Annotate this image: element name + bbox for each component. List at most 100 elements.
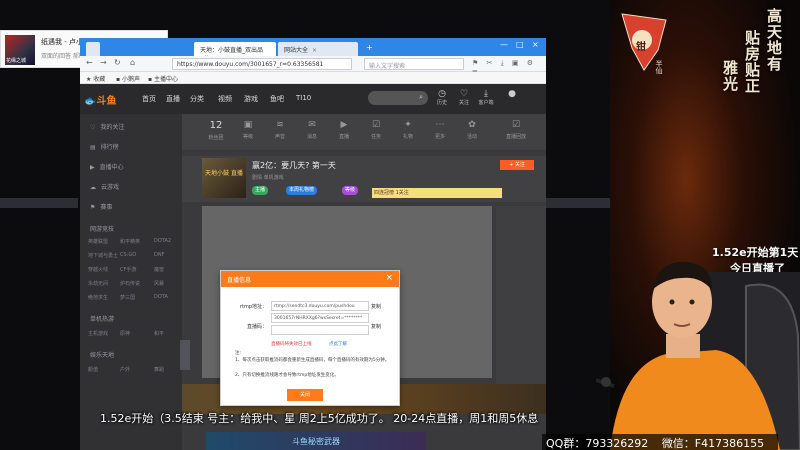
- sidebar-sub[interactable]: CS:GO: [120, 252, 136, 258]
- event-button[interactable]: ✿ 活动: [458, 120, 486, 140]
- forward-icon[interactable]: →: [100, 58, 107, 67]
- calligraphy-line-1: 高天地有: [765, 8, 783, 72]
- nav-video[interactable]: 视频: [218, 94, 232, 104]
- sidebar-item-ranking[interactable]: ▤ 排行榜: [90, 142, 119, 151]
- task-button[interactable]: ☑ 任务: [362, 120, 390, 140]
- sidebar-sub[interactable]: 地下城与勇士: [88, 252, 118, 259]
- address-bar[interactable]: https://www.douyu.com/3001657_r=0.633565…: [172, 58, 352, 70]
- learn-more-link[interactable]: 点此了解: [329, 341, 347, 347]
- sidebar-sub[interactable]: DOTA2: [154, 238, 171, 244]
- home-icon[interactable]: ⌂: [130, 58, 135, 67]
- sidebar-section-entertainment[interactable]: 娱乐天地: [90, 350, 114, 359]
- sidebar-section-single[interactable]: 单机热游: [90, 314, 114, 323]
- maximize-icon[interactable]: □: [516, 40, 524, 49]
- nav-ti10[interactable]: TI10: [296, 94, 311, 102]
- left-overlay-strip: [0, 198, 78, 208]
- bookmarks-bar: ★ 收藏 ▪ 小鹅声 ▪ 主播中心: [80, 72, 546, 84]
- tab-site-directory-label: 网站大全: [284, 47, 309, 54]
- sidebar-sub[interactable]: DOTA: [154, 294, 168, 300]
- back-icon[interactable]: ←: [86, 58, 93, 67]
- search-input[interactable]: 输入文字搜索: [364, 58, 464, 70]
- rtmp-address-field[interactable]: rtmp://sendtc3.douyu.com/pushdou: [271, 301, 369, 311]
- tab-douyu-label: 天地：小鼓直播_双出品: [200, 47, 264, 54]
- sidebar-sub[interactable]: 英雄联盟: [88, 238, 108, 245]
- sidebar-sub[interactable]: 舞蹈: [154, 366, 164, 373]
- host-badge: 主播: [252, 186, 269, 195]
- sidebar-section-online[interactable]: 网游竞技: [90, 224, 114, 233]
- sidebar-sub[interactable]: 穿越火线: [88, 266, 108, 273]
- site-header: 🐟斗鱼 首页 直播 分类 视频 游戏 鱼吧 TI10 ⌕ ◷ 历史 ♡ 关注 ⤓ 客户…: [80, 84, 546, 114]
- copy-code-button[interactable]: 复制: [371, 323, 381, 330]
- search-icon[interactable]: ⌕: [419, 93, 423, 102]
- tab-site-directory[interactable]: 网站大全 ×: [278, 42, 358, 56]
- gift-button[interactable]: ✦ 礼物: [394, 120, 422, 140]
- contact-info: QQ群：793326292 微信：F417386155: [542, 434, 779, 450]
- minimize-icon[interactable]: —: [500, 40, 508, 49]
- bookmark-favorites[interactable]: ★ 收藏: [86, 74, 105, 83]
- sidebar-sub[interactable]: DNF: [154, 252, 164, 258]
- sidebar-sub[interactable]: 和平: [154, 330, 164, 337]
- note-2: 2、只有切换推流线路才会导致rtmp地址发生变化。: [235, 373, 339, 378]
- tab-douyu[interactable]: 天地：小鼓直播_双出品×: [194, 42, 276, 61]
- live-button[interactable]: ▶ 直播: [330, 120, 358, 140]
- sidebar-item-events[interactable]: ⚑ 赛事: [90, 202, 112, 211]
- gift-rank-badge[interactable]: 本周礼物榜: [286, 186, 318, 195]
- sidebar-sub[interactable]: 风暴: [154, 280, 164, 287]
- heart-icon[interactable]: ♡ 关注: [454, 89, 474, 106]
- audio-button[interactable]: ≋ 声音: [266, 120, 294, 140]
- tab-blank[interactable]: [86, 42, 100, 56]
- sidebar-sub[interactable]: CF手游: [120, 266, 136, 273]
- sidebar-sub[interactable]: 和平精英: [120, 238, 140, 245]
- close-icon[interactable]: ×: [312, 47, 317, 54]
- sidebar-sub[interactable]: 颜值: [88, 366, 98, 373]
- bookmark-xiaoe[interactable]: ▪ 小鹅声: [116, 74, 140, 83]
- sidebar-sub[interactable]: 主机游戏: [88, 330, 108, 337]
- nav-game[interactable]: 游戏: [244, 94, 258, 104]
- close-icon[interactable]: ×: [385, 273, 393, 283]
- download-icon[interactable]: ⤓ 客户端: [476, 89, 496, 106]
- more-button[interactable]: ⋯ 更多: [426, 120, 454, 140]
- event-banner[interactable]: 斗鱼秘密武器: [206, 432, 426, 450]
- album-cover: 花缘之城: [5, 35, 35, 65]
- streamer-avatar[interactable]: 天地小鼓 直播: [202, 158, 246, 198]
- sidebar-sub[interactable]: 梦三国: [120, 294, 135, 301]
- sidebar-sub[interactable]: 永劫无间: [88, 280, 108, 287]
- refresh-icon[interactable]: ↻: [114, 58, 121, 67]
- nav-fishbar[interactable]: 鱼吧: [270, 94, 284, 104]
- dialog-header: 直播信息 ×: [221, 271, 399, 287]
- sidebar-sub[interactable]: 绝地求生: [88, 294, 108, 301]
- history-icon[interactable]: ◷ 历史: [432, 89, 452, 106]
- message-button[interactable]: ✉ 消息: [298, 120, 326, 140]
- sidebar-item-live-center[interactable]: ▶ 直播中心: [90, 162, 124, 171]
- replay-button[interactable]: ☑ 直播回放: [502, 120, 530, 140]
- sidebar-sub[interactable]: 魔兽: [154, 266, 164, 273]
- nav-home[interactable]: 首页: [142, 94, 156, 104]
- room-category[interactable]: 剧情 单机游戏: [252, 174, 284, 181]
- sidebar-item-cloud-game[interactable]: ☁ 云游戏: [90, 182, 119, 191]
- stream-code-field[interactable]: [271, 325, 369, 335]
- sidebar-sub[interactable]: 户外: [120, 366, 130, 373]
- follow-button[interactable]: + 关注: [500, 160, 534, 170]
- dialog-close-button[interactable]: 关闭: [287, 389, 323, 401]
- bookmark-host-center[interactable]: ▪ 主播中心: [148, 74, 178, 83]
- level-button[interactable]: ▣ 等级: [234, 120, 262, 140]
- new-tab-icon[interactable]: +: [366, 43, 373, 52]
- note-1: 1、每次点击获取推流码都会重新生成直播码，每个直播码的有效期为5分钟。: [235, 358, 390, 363]
- fan-club-button[interactable]: 12 粉丝团: [202, 120, 230, 141]
- nav-live[interactable]: 直播: [166, 94, 180, 104]
- stream-key-field[interactable]: 3001657rNHRXXg6?wsSecret=********: [271, 313, 369, 323]
- chat-panel: [496, 206, 546, 406]
- douyu-logo[interactable]: 🐟斗鱼: [84, 92, 116, 107]
- room-title: 赢2亿：要几天? 第一天: [252, 161, 336, 170]
- user-avatar[interactable]: ●: [502, 89, 522, 99]
- scroll-handle[interactable]: [180, 340, 190, 370]
- nav-category[interactable]: 分类: [190, 94, 204, 104]
- sidebar-sub[interactable]: 原神: [120, 330, 130, 337]
- site-search-input[interactable]: ⌕: [368, 91, 428, 105]
- window-close-icon[interactable]: ×: [532, 40, 539, 49]
- sidebar-sub[interactable]: 炉石传说: [120, 280, 140, 287]
- tab-bar: 天地：小鼓直播_双出品× 网站大全× + — □ ×: [80, 38, 546, 61]
- copy-rtmp-button[interactable]: 复制: [371, 303, 381, 310]
- rank-strip[interactable]: 四连冠榜 1关注: [372, 188, 502, 198]
- sidebar-item-follow[interactable]: ♡ 我的关注: [90, 122, 124, 131]
